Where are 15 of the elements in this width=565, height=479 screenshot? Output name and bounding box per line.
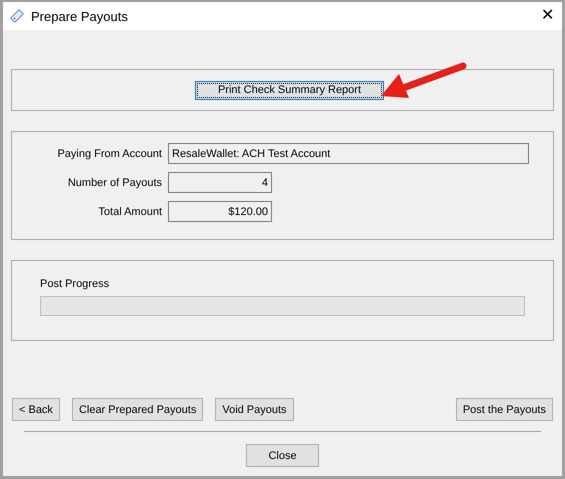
action-button[interactable]: < Back — [12, 398, 60, 421]
progress-label: Post Progress — [40, 278, 110, 290]
action-button[interactable]: Post the Payouts — [456, 398, 553, 421]
window-title: Prepare Payouts — [31, 8, 129, 24]
text-field[interactable]: 4 — [168, 172, 272, 193]
text-field[interactable]: $120.00 — [168, 201, 272, 222]
action-button[interactable]: Clear Prepared Payouts — [72, 398, 204, 421]
report-button[interactable]: Print Check Summary Report — [194, 80, 384, 100]
field-label: Total Amount — [97, 206, 162, 218]
action-button[interactable]: Void Payouts — [215, 398, 294, 421]
field-label: Paying From Account — [56, 148, 162, 160]
field-label: Number of Payouts — [66, 176, 162, 188]
close-button[interactable]: Close — [246, 444, 319, 467]
close-icon[interactable]: ✕ — [541, 8, 554, 24]
text-field[interactable]: ResaleWallet: ACH Test Account — [168, 143, 529, 164]
